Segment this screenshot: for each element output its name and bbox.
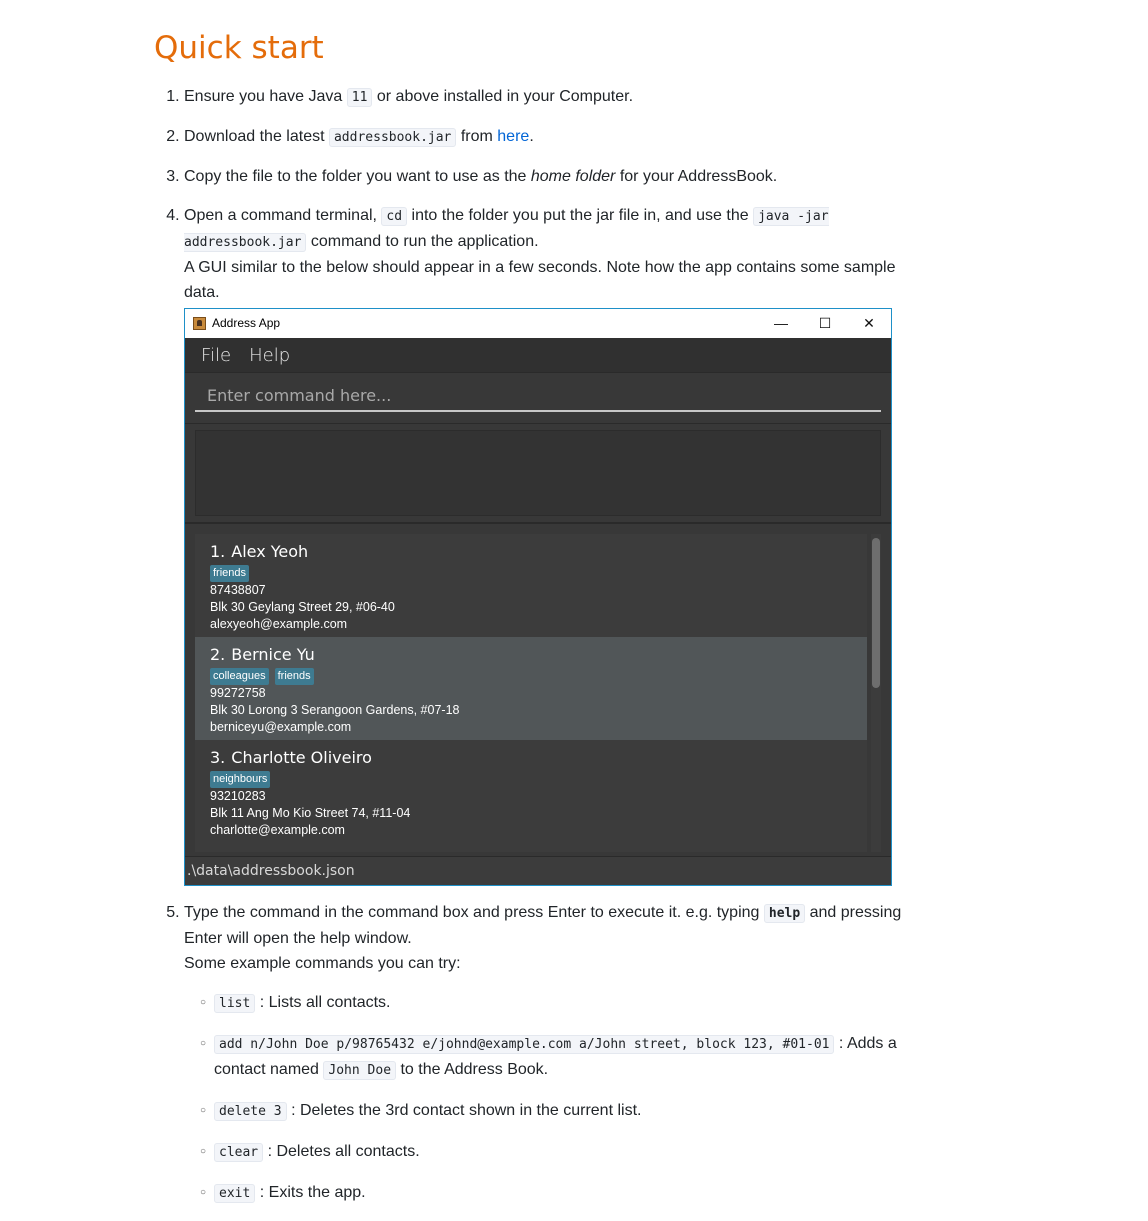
app-window-screenshot: Address App — ☐ ✕ File Help Enter comman… <box>184 308 892 886</box>
person-tags: neighbours <box>210 771 852 788</box>
person-phone: 99272758 <box>210 686 266 700</box>
java-version-code: 11 <box>346 88 373 107</box>
person-address: Blk 30 Lorong 3 Serangoon Gardens, #07-1… <box>210 703 460 717</box>
example-list: list : Lists all contacts. <box>200 990 915 1016</box>
scrollbar-thumb[interactable] <box>872 538 880 688</box>
maximize-icon[interactable]: ☐ <box>803 309 847 338</box>
close-icon[interactable]: ✕ <box>847 309 891 338</box>
step-2: Download the latest addressbook.jar from… <box>184 124 915 150</box>
list-scrollbar[interactable] <box>871 534 881 852</box>
step-5: Type the command in the command box and … <box>184 900 915 1206</box>
tag-badge: friends <box>210 565 250 582</box>
person-index: 2. <box>210 645 226 664</box>
step-4: Open a command terminal, cd into the fol… <box>184 203 915 886</box>
example-commands-list: list : Lists all contacts. add n/John Do… <box>184 990 915 1206</box>
app-icon <box>193 317 206 330</box>
example-exit: exit : Exits the app. <box>200 1180 915 1206</box>
person-tags: colleagues friends <box>210 668 852 685</box>
jar-name-code: addressbook.jar <box>328 128 457 147</box>
tag-badge: friends <box>274 668 314 685</box>
title-bar: Address App — ☐ ✕ <box>185 309 891 338</box>
example-delete: delete 3 : Deletes the 3rd contact shown… <box>200 1098 915 1124</box>
person-address: Blk 11 Ang Mo Kio Street 74, #11-04 <box>210 806 411 820</box>
person-card[interactable]: 2. Bernice Yu colleagues friends 99272758… <box>195 637 867 740</box>
result-display-panel <box>185 424 891 524</box>
person-card[interactable]: 1. Alex Yeoh friends 87438807 Blk 30 Geyl… <box>195 534 867 637</box>
person-phone: 87438807 <box>210 583 266 597</box>
tag-badge: neighbours <box>210 771 271 788</box>
person-tags: friends <box>210 565 852 582</box>
person-email: berniceyu@example.com <box>210 720 352 734</box>
person-name: Bernice Yu <box>231 645 315 664</box>
steps-list: Ensure you have Java 11 or above install… <box>155 84 915 1206</box>
command-box <box>185 373 891 424</box>
window-controls: — ☐ ✕ <box>759 309 891 338</box>
status-bar: .\data\addressbook.json <box>185 856 891 885</box>
example-clear: clear : Deletes all contacts. <box>200 1139 915 1165</box>
tag-badge: colleagues <box>210 668 269 685</box>
result-display <box>195 430 881 516</box>
person-name: Charlotte Oliveiro <box>231 748 372 767</box>
person-list[interactable]: 1. Alex Yeoh friends 87438807 Blk 30 Geyl… <box>195 534 867 852</box>
minimize-icon[interactable]: — <box>759 309 803 338</box>
person-phone: 93210283 <box>210 789 266 803</box>
page: Quick start Ensure you have Java 11 or a… <box>154 0 915 1221</box>
download-link[interactable]: here <box>497 128 529 145</box>
person-index: 1. <box>210 542 226 561</box>
step-3: Copy the file to the folder you want to … <box>184 164 915 189</box>
person-card[interactable]: 3. Charlotte Oliveiro neighbours 93210283… <box>195 740 867 843</box>
help-code: help <box>763 904 806 923</box>
step-1: Ensure you have Java 11 or above install… <box>184 84 915 110</box>
window-title: Address App <box>212 316 281 330</box>
command-input[interactable] <box>195 381 881 412</box>
section-heading: Quick start <box>154 30 324 66</box>
person-list-panel: 1. Alex Yeoh friends 87438807 Blk 30 Geyl… <box>185 524 891 860</box>
person-index: 3. <box>210 748 226 767</box>
person-address: Blk 30 Geylang Street 29, #06-40 <box>210 600 395 614</box>
person-email: alexyeoh@example.com <box>210 617 348 631</box>
example-add: add n/John Doe p/98765432 e/johnd@exampl… <box>200 1031 915 1083</box>
cd-code: cd <box>381 207 408 226</box>
person-email: charlotte@example.com <box>210 823 345 837</box>
menu-help[interactable]: Help <box>249 343 290 368</box>
person-name: Alex Yeoh <box>231 542 309 561</box>
menu-file[interactable]: File <box>201 343 231 368</box>
menu-bar: File Help <box>185 338 891 373</box>
